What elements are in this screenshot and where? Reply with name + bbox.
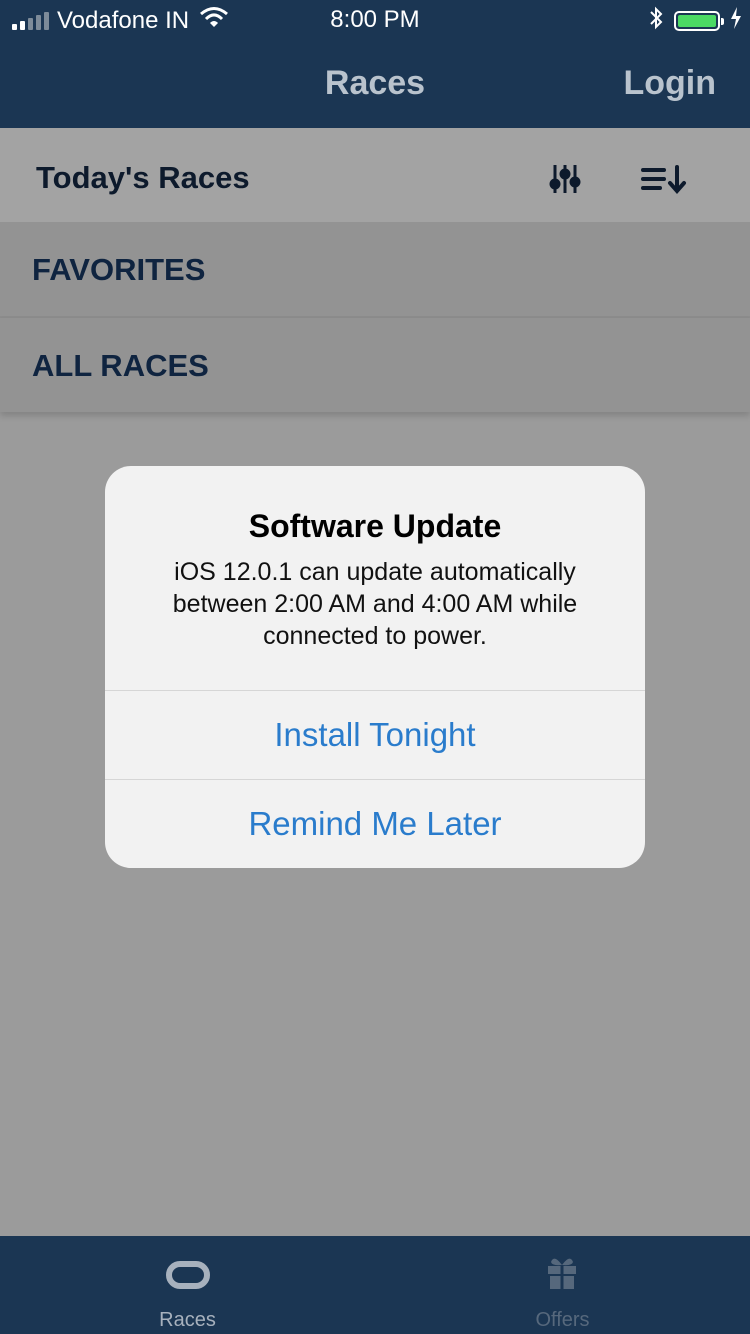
tab-offers-label: Offers: [535, 1309, 590, 1331]
status-bar: Vodafone IN 8:00 PM: [0, 0, 750, 40]
favorites-label: FAVORITES: [32, 252, 206, 287]
sort-icon[interactable]: [640, 162, 690, 201]
todays-races-header: Today's Races: [0, 128, 750, 222]
alert-title: Software Update: [248, 508, 502, 544]
remind-me-later-button[interactable]: Remind Me Later: [105, 779, 645, 868]
status-right: [648, 6, 742, 35]
charging-icon: [730, 7, 742, 34]
favorites-section[interactable]: FAVORITES: [0, 222, 750, 318]
gift-icon: [546, 1256, 578, 1295]
install-tonight-button[interactable]: Install Tonight: [105, 690, 645, 779]
tab-races-label: Races: [159, 1309, 216, 1331]
tab-bar: Races Offers: [0, 1236, 750, 1334]
races-tab-icon: [166, 1260, 210, 1295]
tab-offers[interactable]: Offers: [375, 1236, 750, 1334]
page-title: Today's Races: [36, 160, 250, 195]
navigation-bar: Races Login: [0, 40, 750, 128]
status-time: 8:00 PM: [330, 6, 420, 33]
battery-icon: [674, 10, 724, 31]
login-button[interactable]: Login: [623, 64, 716, 103]
filter-sliders-icon[interactable]: [548, 162, 582, 201]
all-races-section[interactable]: ALL RACES: [0, 318, 750, 412]
software-update-alert: Software Update iOS 12.0.1 can update au…: [105, 466, 645, 868]
tab-races[interactable]: Races: [0, 1236, 375, 1334]
all-races-label: ALL RACES: [32, 348, 209, 383]
bluetooth-icon: [648, 6, 664, 35]
alert-message: iOS 12.0.1 can update automatically betw…: [172, 558, 578, 650]
